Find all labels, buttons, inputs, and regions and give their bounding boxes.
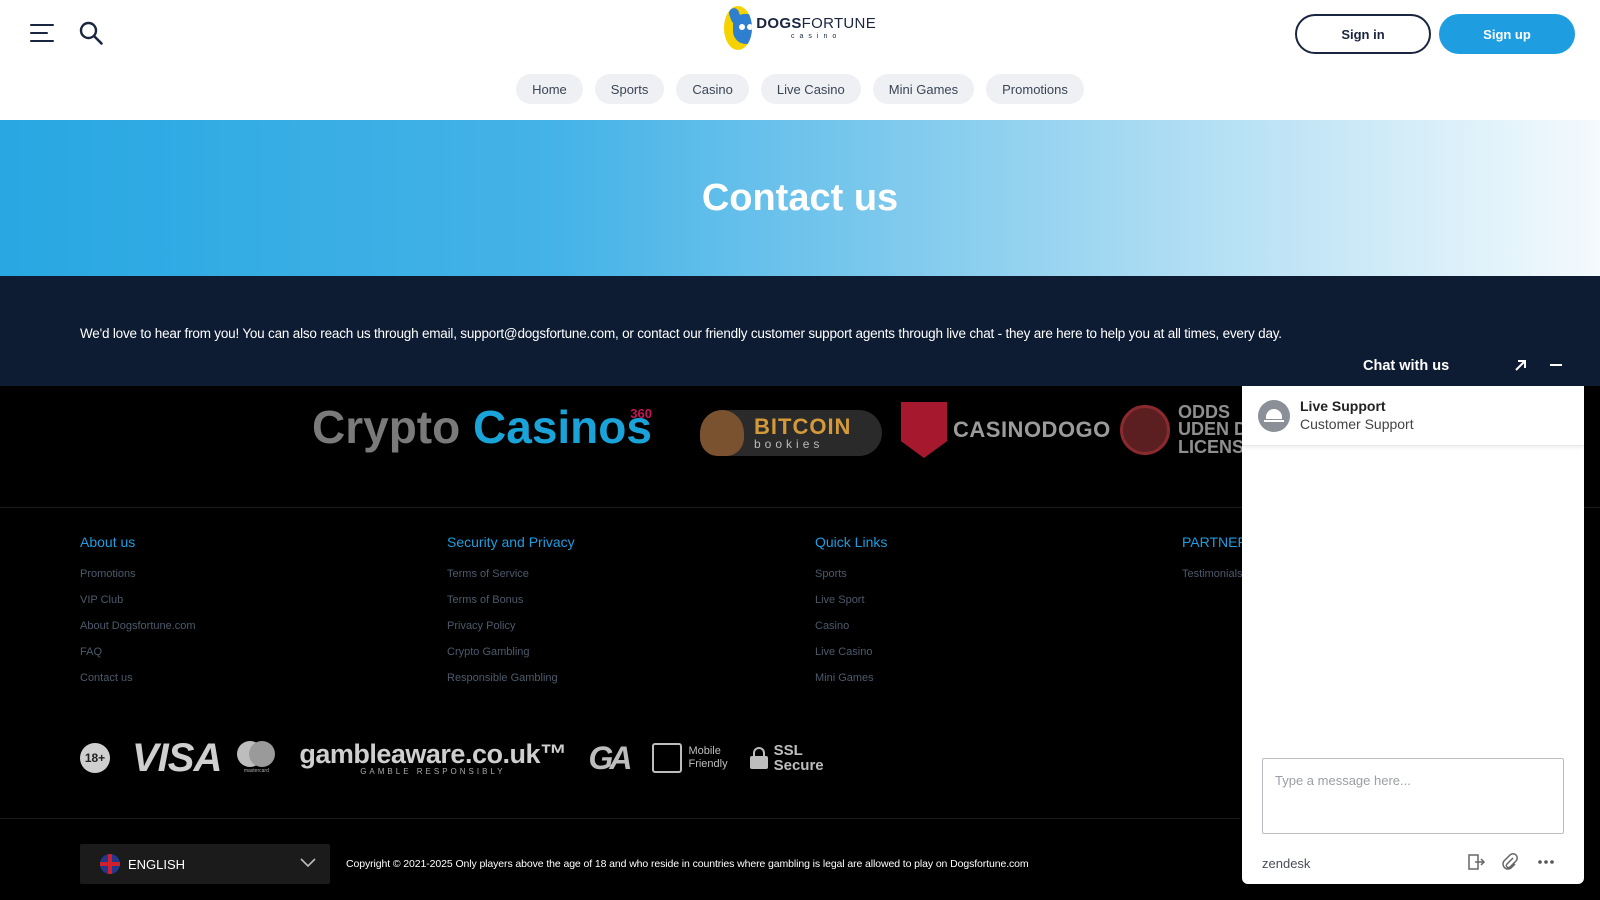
partner-cryptocasinos-logo[interactable]: Crypto Casinos 360 [312,400,652,454]
agent-name: Live Support [1300,398,1386,414]
search-icon[interactable] [78,20,104,46]
attachment-icon[interactable] [1500,852,1520,872]
footer-col-security: Security and Privacy Terms of Service Te… [447,534,575,698]
sign-up-button[interactable]: Sign up [1439,14,1575,54]
chevron-down-icon [300,858,316,868]
footer-col-title: Quick Links [815,534,888,550]
bookies-word: bookies [754,437,824,451]
gambleaware-logo[interactable]: gambleaware.co.uk™ GAMBLE RESPONSIBLY [299,738,567,776]
copyright-text: Copyright © 2021-2025 Only players above… [346,858,1029,870]
footer-link[interactable]: VIP Club [80,594,196,620]
card-icon [1120,405,1170,455]
footer-col-title: About us [80,534,136,550]
footer-link[interactable]: Casino [815,620,887,646]
bitcoin-word: BITCOIN [754,414,852,439]
crypto-word: Crypto [312,401,461,453]
language-selector[interactable]: ENGLISH [80,844,330,884]
gambleaware-text: gambleaware.co.uk™ [299,738,567,769]
nav-mini-games[interactable]: Mini Games [872,74,975,104]
footer-link[interactable]: Live Sport [815,594,887,620]
footer-link[interactable]: Contact us [80,672,196,698]
lock-icon [749,747,768,769]
ga-logo[interactable]: GA [588,740,632,777]
footer-link[interactable]: Mini Games [815,672,887,698]
uk-flag-icon [100,854,120,874]
brand-name-light: FORTUNE [801,15,876,32]
nav-home[interactable]: Home [516,74,583,104]
brand-name-bold: DOGS [756,15,802,32]
footer-link[interactable]: Promotions [80,568,196,594]
footer-divider [0,818,1240,819]
brand-logo[interactable]: DOGSFORTUNE casino [724,6,876,50]
trust-badges: 18+ VISA mastercard gambleaware.co.uk™ G… [80,736,824,780]
contact-intro-text: We'd love to hear from you! You can also… [80,326,1282,341]
crypto-sup: 360 [630,406,652,421]
shield-icon [901,402,947,458]
age-18-badge: 18+ [80,743,110,773]
main-nav: Home Sports Casino Live Casino Mini Game… [0,74,1600,104]
nav-live-casino[interactable]: Live Casino [760,74,861,104]
mastercard-logo: mastercard [235,741,277,775]
nav-casino[interactable]: Casino [676,74,749,104]
minimize-icon[interactable] [1547,356,1565,374]
footer-link[interactable]: Terms of Service [447,568,575,594]
ssl-secure-badge: SSL Secure [749,742,824,774]
footer-link[interactable]: Responsible Gambling [447,672,575,698]
sign-in-button[interactable]: Sign in [1295,14,1431,54]
chat-title: Chat with us [1363,358,1450,374]
partner-casinodogo-logo[interactable]: CASINODOGO [901,402,1111,458]
partner-bitcoinbookies-logo[interactable]: BITCOIN bookies [700,410,882,456]
end-chat-icon[interactable] [1466,852,1486,872]
more-options-icon[interactable] [1536,852,1556,872]
nav-promotions[interactable]: Promotions [986,74,1084,104]
footer-link[interactable]: Sports [815,568,887,594]
footer-link[interactable]: Crypto Gambling [447,646,575,672]
menu-icon[interactable] [30,22,56,44]
concierge-bell-icon [1258,399,1290,432]
chat-message-input[interactable] [1262,758,1564,834]
footer-col-about: About us Promotions VIP Club About Dogsf… [80,534,196,698]
footer-link[interactable]: About Dogsfortune.com [80,620,196,646]
visa-logo: VISA [132,735,222,780]
odds-line-3: LICENS [1178,436,1245,457]
footer-col-quick-links: Quick Links Sports Live Sport Casino Liv… [815,534,887,698]
ssl-line-2: Secure [773,757,824,774]
mobile-line-2: Friendly [688,758,728,770]
odds-line-2: UDEN D [1178,419,1248,440]
mastercard-label: mastercard [243,768,269,774]
mobile-friendly-badge: Mobile Friendly [652,743,728,773]
chat-header: Chat with us [1242,346,1584,386]
hero-banner: Contact us [0,120,1600,276]
brand-sub: casino [791,33,842,40]
language-label: ENGLISH [128,856,186,872]
zendesk-label[interactable]: zendesk [1262,856,1310,871]
gambleaware-sub: GAMBLE RESPONSIBLY [360,766,506,776]
chat-widget: Live Support Customer Support zendesk [1242,386,1584,884]
popout-icon[interactable] [1512,356,1530,374]
casinos-word: Casinos [473,401,652,453]
site-header: DOGSFORTUNE casino Sign in Sign up Home … [0,0,1600,120]
mobile-line-1: Mobile [688,744,721,757]
chat-agent-header: Live Support Customer Support [1242,386,1584,446]
footer-link[interactable]: Terms of Bonus [447,594,575,620]
footer-col-title: Security and Privacy [447,534,575,550]
footer-link[interactable]: FAQ [80,646,196,672]
dog-logo-icon [724,6,753,50]
casinodogo-word: CASINODOGO [953,417,1111,442]
ssl-line-1: SSL [773,742,803,759]
partner-odds-logo[interactable]: ODDS UDEN D LICENS [1120,402,1247,458]
nav-sports[interactable]: Sports [594,74,665,104]
page-title: Contact us [701,176,899,219]
footer-link[interactable]: Live Casino [815,646,887,672]
agent-role: Customer Support [1300,415,1414,432]
devices-icon [652,743,683,773]
fox-icon [700,410,744,456]
footer-link[interactable]: Privacy Policy [447,620,575,646]
